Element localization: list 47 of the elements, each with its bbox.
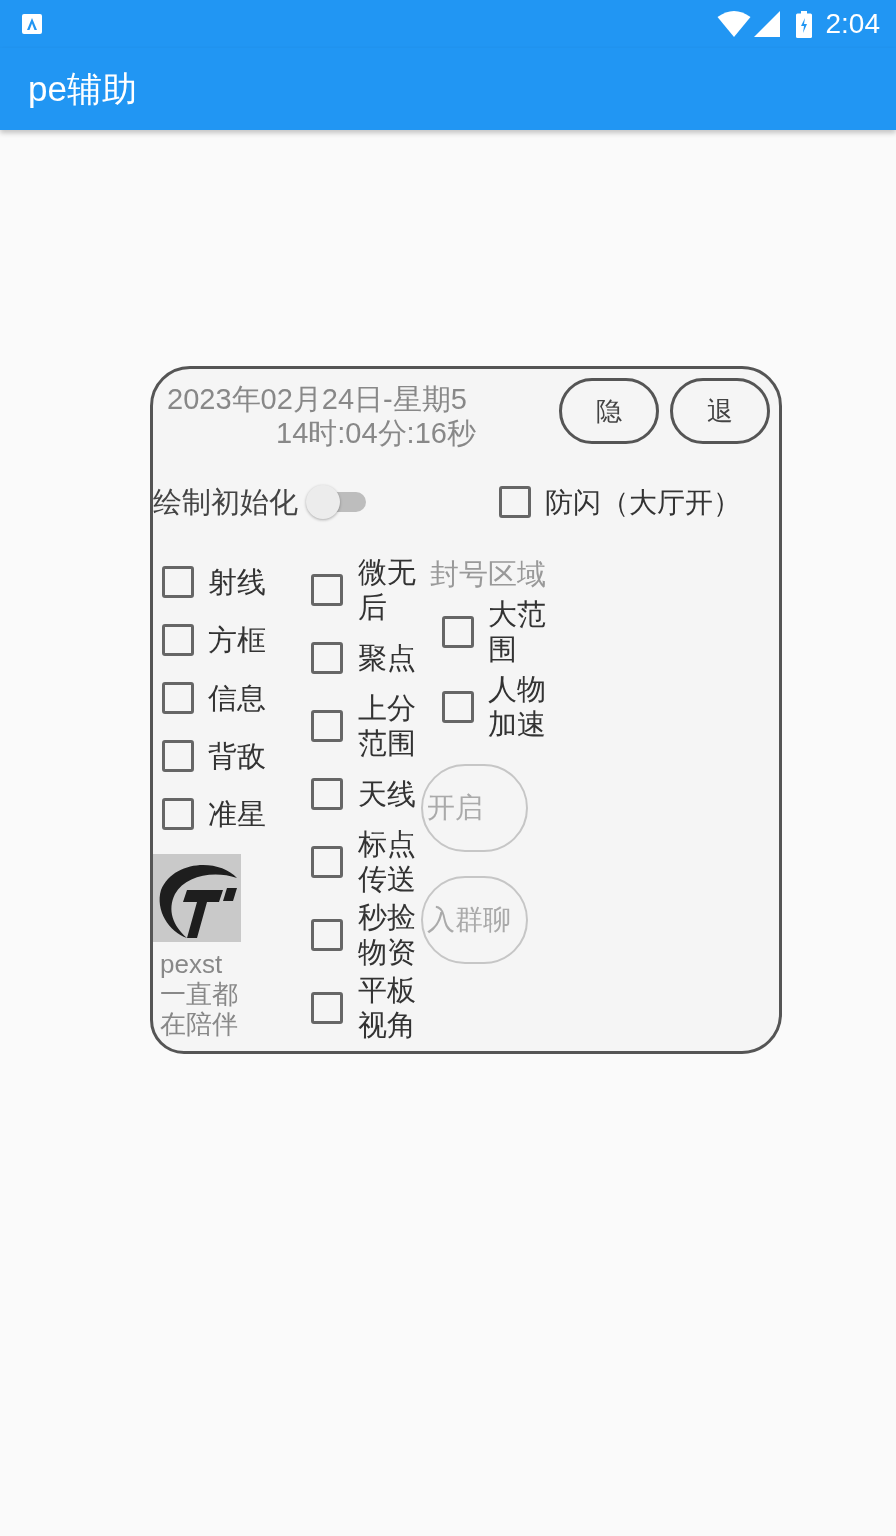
- checkbox[interactable]: [442, 691, 474, 723]
- checkbox-label: 天线: [358, 776, 417, 812]
- battery-icon: [795, 10, 812, 38]
- checkbox[interactable]: [162, 566, 194, 598]
- logo-icon: [153, 854, 241, 942]
- checkbox[interactable]: [162, 682, 194, 714]
- checkbox[interactable]: [499, 486, 531, 518]
- checkbox[interactable]: [311, 919, 343, 951]
- checkbox-label: 准星: [208, 796, 266, 832]
- logo-caption: 在陪伴: [160, 1009, 238, 1039]
- toggle-switch[interactable]: [306, 485, 366, 519]
- switch-label: 绘制初始化: [153, 484, 298, 520]
- checkbox-label: 标点传送: [358, 827, 417, 897]
- checkbox-label: 大范围: [488, 597, 547, 667]
- wifi-icon: [716, 11, 751, 37]
- checkbox-label: 人物加速: [488, 672, 547, 742]
- checkbox-label: 防闪（大厅开）: [545, 485, 741, 520]
- pill-button[interactable]: 隐: [559, 378, 659, 444]
- status-time: 2:04: [825, 8, 880, 40]
- notification-icon: [22, 14, 42, 34]
- checkbox-label: 秒捡物资: [358, 900, 417, 970]
- checkbox-label: 聚点: [358, 640, 417, 676]
- signal-icon: [753, 11, 780, 37]
- pill-button[interactable]: 退: [670, 378, 770, 444]
- checkbox-label: 方框: [208, 622, 266, 658]
- clock-text: 14时:04分:16秒: [276, 416, 476, 450]
- checkbox-label: 上分范围: [358, 691, 417, 761]
- checkbox-label: 射线: [208, 564, 266, 600]
- app-title: pe辅助: [28, 68, 137, 110]
- date-text: 2023年02月24日-星期5: [167, 382, 467, 416]
- section-heading: 封号区域: [430, 557, 547, 592]
- checkbox-label: 信息: [208, 680, 266, 716]
- logo-caption: pexst: [160, 949, 223, 979]
- checkbox[interactable]: [311, 846, 343, 878]
- checkbox[interactable]: [311, 992, 343, 1024]
- checkbox[interactable]: [162, 740, 194, 772]
- checkbox[interactable]: [162, 624, 194, 656]
- checkbox-label: 背敌: [208, 738, 266, 774]
- checkbox[interactable]: [311, 574, 343, 606]
- checkbox-label: 平板视角: [358, 973, 417, 1043]
- checkbox[interactable]: [162, 798, 194, 830]
- checkbox[interactable]: [311, 778, 343, 810]
- checkbox[interactable]: [311, 710, 343, 742]
- checkbox[interactable]: [311, 642, 343, 674]
- checkbox-label: 微无后: [358, 555, 417, 625]
- checkbox[interactable]: [442, 616, 474, 648]
- logo-caption: 一直都: [160, 979, 238, 1009]
